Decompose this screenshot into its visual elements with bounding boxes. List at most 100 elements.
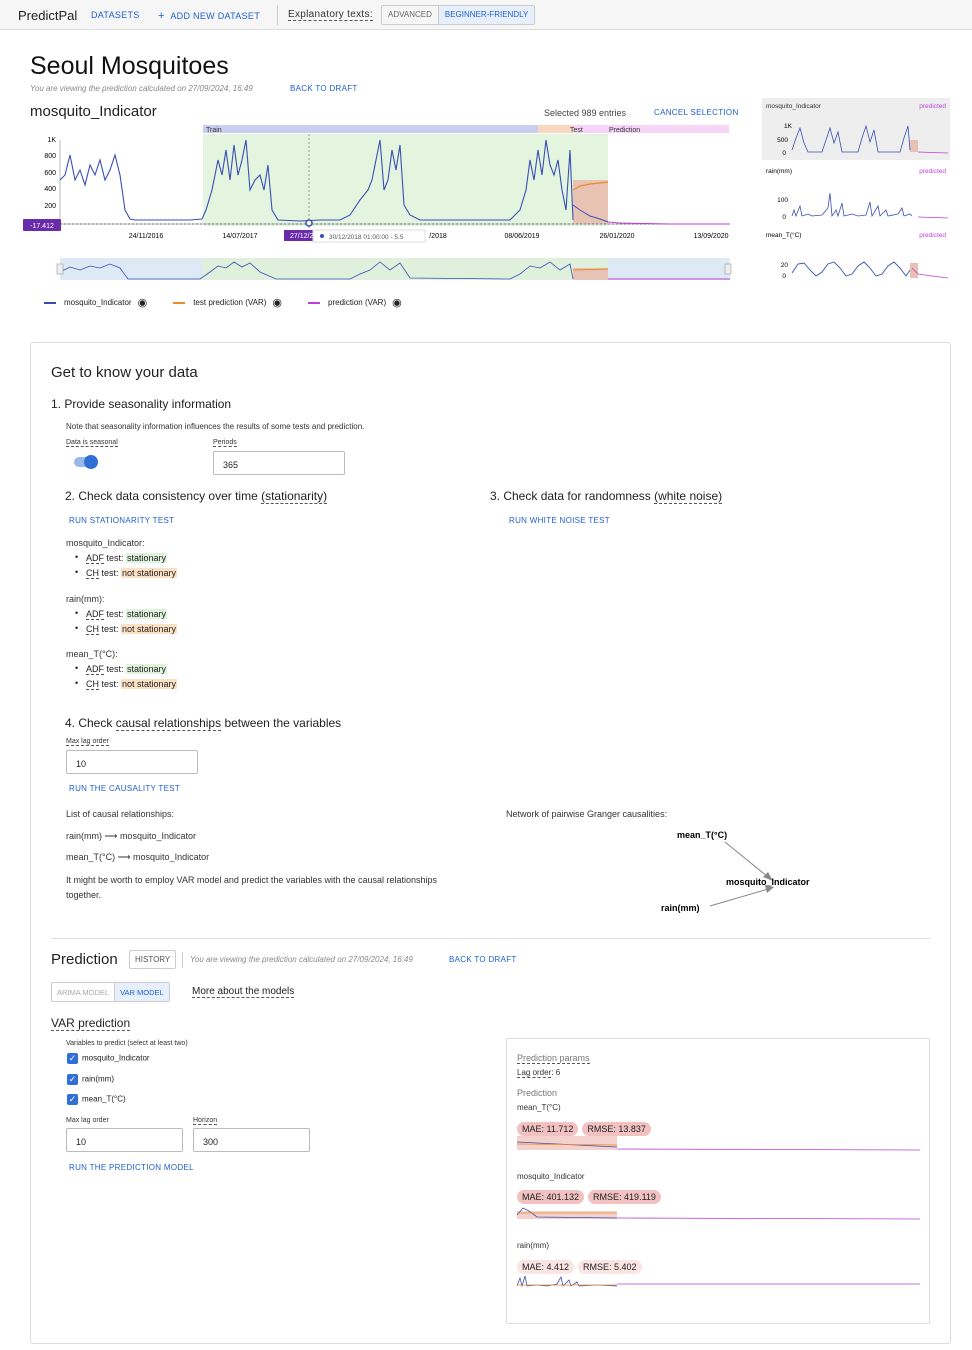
overview-selection[interactable] bbox=[203, 258, 608, 280]
arrow-right-icon: ⟶ bbox=[104, 831, 118, 841]
legend-test-prediction: test prediction (VAR) bbox=[193, 298, 267, 307]
y-tick: 600 bbox=[44, 170, 56, 177]
stationarity-result: mosquito_Indicator: ADF test: stationary… bbox=[66, 538, 178, 579]
causality-heading-text: between the variables bbox=[221, 716, 342, 730]
pred-max-lag-input[interactable]: 10 bbox=[66, 1128, 183, 1152]
result-var: mosquito_Indicator bbox=[517, 1172, 585, 1181]
checkbox-icon[interactable]: ✓ bbox=[67, 1053, 78, 1064]
divider bbox=[277, 5, 278, 25]
main-chart[interactable]: Train Test Prediction 1K 800 600 400 200… bbox=[20, 120, 755, 320]
mini-tick: 0 bbox=[782, 273, 786, 280]
mini-chart-tag: predicted bbox=[919, 168, 946, 175]
network-node: mosquito_Indicator bbox=[726, 877, 810, 887]
checkbox-icon[interactable]: ✓ bbox=[67, 1094, 78, 1105]
white-noise-term[interactable]: (white noise) bbox=[654, 489, 723, 504]
rmse-badge: RMSE: 419.119 bbox=[588, 1190, 661, 1204]
prediction-band bbox=[573, 125, 729, 133]
eye-icon[interactable]: ◉ bbox=[272, 296, 282, 309]
tab-var[interactable]: VAR MODEL bbox=[114, 983, 169, 1001]
prediction-viewing-note: You are viewing the prediction calculate… bbox=[190, 955, 413, 964]
ch-result: not stationary bbox=[121, 679, 178, 689]
periods-input[interactable]: 365 bbox=[213, 451, 345, 475]
adf-term[interactable]: ADF bbox=[86, 609, 104, 620]
brush-handle-left[interactable] bbox=[56, 263, 64, 275]
test-text: test: bbox=[104, 609, 127, 619]
ch-term[interactable]: CH bbox=[86, 568, 99, 579]
test-text: test: bbox=[99, 624, 122, 634]
test-text: test: bbox=[104, 553, 127, 563]
stationarity-result: rain(mm): ADF test: stationary CH test: … bbox=[66, 594, 178, 635]
ch-term[interactable]: CH bbox=[86, 624, 99, 635]
y-tick: 200 bbox=[44, 203, 56, 210]
ch-result: not stationary bbox=[121, 568, 178, 578]
x-tick: 24/11/2016 bbox=[129, 233, 164, 240]
run-stationarity-button[interactable]: RUN STATIONARITY TEST bbox=[69, 516, 174, 525]
prediction-back-to-draft[interactable]: BACK TO DRAFT bbox=[449, 955, 517, 964]
result-var: mean_T(°C): bbox=[66, 649, 118, 659]
eye-icon[interactable]: ◉ bbox=[392, 296, 402, 309]
max-lag-label: Max lag order bbox=[66, 738, 109, 746]
mini-chart-title: mean_T(°C) bbox=[766, 231, 801, 239]
causality-term[interactable]: causal relationships bbox=[115, 716, 222, 731]
mode-advanced[interactable]: ADVANCED bbox=[382, 6, 438, 24]
result-var: mosquito_Indicator: bbox=[66, 538, 145, 548]
tab-arima[interactable]: ARIMA MODEL bbox=[52, 983, 114, 1001]
run-white-noise-button[interactable]: RUN WHITE NOISE TEST bbox=[509, 516, 610, 525]
mini-tick: 100 bbox=[777, 197, 788, 204]
mode-beginner[interactable]: BEGINNER-FRIENDLY bbox=[437, 6, 535, 24]
pred-label: Prediction bbox=[517, 1088, 558, 1098]
stationarity-term[interactable]: (stationarity) bbox=[261, 489, 328, 504]
x-tick: 26/01/2020 bbox=[599, 233, 634, 240]
network-title: Network of pairwise Granger causalities: bbox=[506, 809, 668, 819]
network-node: mean_T(°C) bbox=[677, 830, 727, 840]
more-models-link[interactable]: More about the models bbox=[192, 986, 295, 998]
seasonality-note: Note that seasonality information influe… bbox=[66, 422, 365, 431]
know-title: Get to know your data bbox=[51, 364, 198, 381]
tooltip-text: 30/12/2018 01:00:00 - 5.5 bbox=[329, 234, 404, 241]
causal-to: mosquito_Indicator bbox=[119, 831, 196, 841]
var-checkbox[interactable]: ✓ mean_T(°C) bbox=[67, 1094, 126, 1105]
nav-add-dataset[interactable]: + ADD NEW DATASET bbox=[158, 10, 260, 22]
lag-order-label: Lag order bbox=[517, 1068, 552, 1078]
plus-icon: + bbox=[158, 10, 165, 22]
result-var: rain(mm): bbox=[66, 594, 105, 604]
var-checkbox[interactable]: ✓ rain(mm) bbox=[67, 1074, 114, 1085]
var-prediction-title: VAR prediction bbox=[51, 1016, 131, 1031]
test-text: test: bbox=[99, 679, 122, 689]
brand-logo[interactable]: PredictPal bbox=[18, 8, 77, 23]
stationarity-heading: 2. Check data consistency over time (sta… bbox=[65, 489, 328, 504]
adf-result: stationary bbox=[126, 609, 168, 619]
y-tick: 800 bbox=[44, 153, 56, 160]
max-lag-input[interactable]: 10 bbox=[66, 750, 198, 774]
y-tick: 400 bbox=[44, 186, 56, 193]
cancel-selection-button[interactable]: CANCEL SELECTION bbox=[654, 108, 739, 117]
run-prediction-button[interactable]: RUN THE PREDICTION MODEL bbox=[69, 1163, 194, 1172]
chart-legend: mosquito_Indicator ◉ test prediction (VA… bbox=[44, 296, 402, 309]
white-noise-heading: 3. Check data for randomness (white nois… bbox=[490, 489, 723, 504]
causality-heading: 4. Check causal relationships between th… bbox=[65, 716, 342, 731]
network-node: rain(mm) bbox=[661, 903, 700, 913]
seasonal-toggle[interactable] bbox=[74, 455, 98, 469]
page-title: Seoul Mosquitoes bbox=[30, 52, 229, 80]
brush-handle-right[interactable] bbox=[724, 263, 732, 275]
mini-tick: 1K bbox=[784, 123, 793, 130]
ch-term[interactable]: CH bbox=[86, 679, 99, 690]
var-checkbox[interactable]: ✓ mosquito_Indicator bbox=[67, 1053, 150, 1064]
run-causality-button[interactable]: RUN THE CAUSALITY TEST bbox=[69, 784, 180, 793]
history-button[interactable]: HISTORY bbox=[129, 950, 177, 969]
mini-chart-tag: predicted bbox=[919, 232, 946, 239]
eye-icon[interactable]: ◉ bbox=[138, 296, 148, 309]
adf-term[interactable]: ADF bbox=[86, 553, 104, 564]
divider bbox=[51, 938, 930, 939]
back-to-draft-button[interactable]: BACK TO DRAFT bbox=[290, 84, 358, 93]
checkbox-icon[interactable]: ✓ bbox=[67, 1074, 78, 1085]
adf-term[interactable]: ADF bbox=[86, 664, 104, 675]
nav-datasets[interactable]: DATASETS bbox=[91, 10, 140, 20]
params-title: Prediction params bbox=[517, 1053, 590, 1064]
result-sparkline bbox=[517, 1275, 920, 1288]
result-sparkline bbox=[517, 1207, 920, 1220]
horizon-input[interactable]: 300 bbox=[193, 1128, 310, 1152]
causality-heading-text: 4. Check bbox=[65, 716, 116, 730]
mini-chart-title: rain(mm) bbox=[766, 168, 792, 175]
model-tabs: ARIMA MODEL VAR MODEL bbox=[51, 982, 170, 1002]
